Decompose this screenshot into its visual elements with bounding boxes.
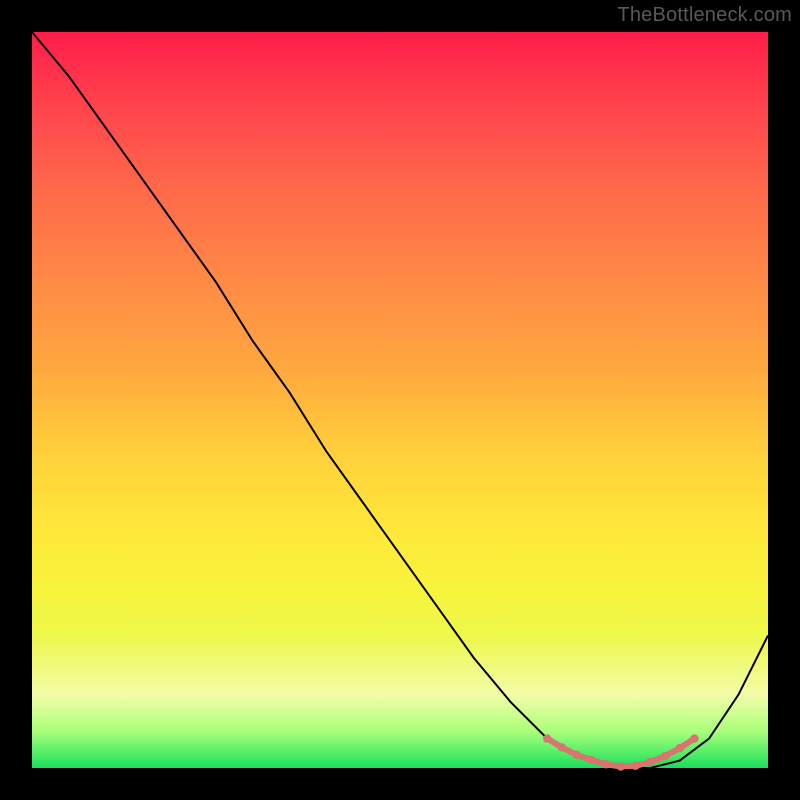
chart-svg — [32, 32, 768, 768]
chart-frame: TheBottleneck.com — [0, 0, 800, 800]
plot-area — [32, 32, 768, 768]
highlight-dot — [631, 762, 639, 770]
curve-line — [32, 32, 768, 768]
highlight-dot — [690, 734, 698, 742]
watermark-text: TheBottleneck.com — [617, 4, 792, 27]
highlight-dot — [646, 758, 654, 766]
highlight-dot — [543, 734, 551, 742]
highlight-dot — [661, 752, 669, 760]
highlight-dot — [617, 762, 625, 770]
highlight-dot — [587, 756, 595, 764]
highlight-dot — [558, 743, 566, 751]
highlight-dot — [572, 751, 580, 759]
highlight-dot — [676, 744, 684, 752]
highlight-dot — [602, 760, 610, 768]
